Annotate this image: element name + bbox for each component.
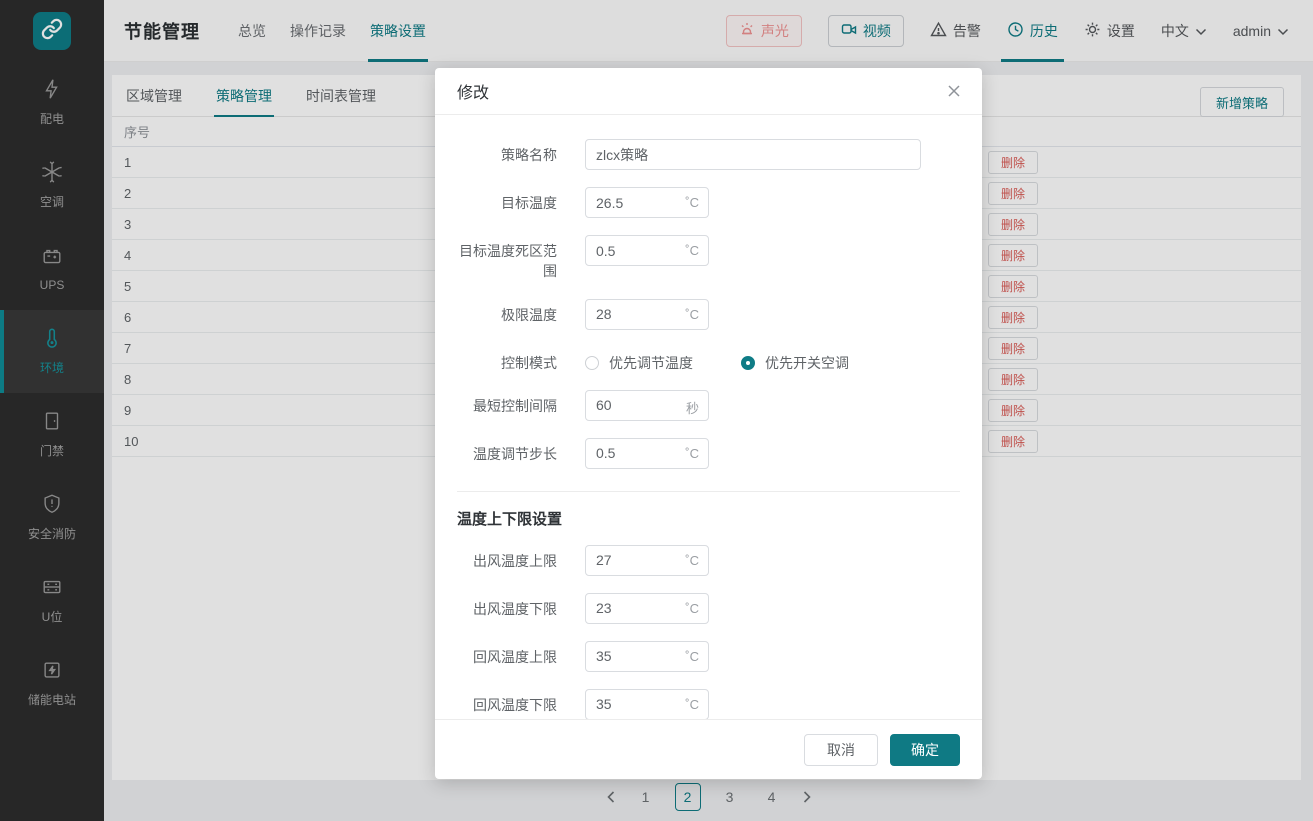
policy-name-input[interactable] bbox=[585, 139, 921, 170]
section-title: 温度上下限设置 bbox=[457, 508, 960, 529]
unit-label: ˚C bbox=[685, 243, 699, 258]
unit-label: ˚C bbox=[685, 697, 699, 712]
radio-unchecked-icon bbox=[585, 356, 599, 370]
field-outlet-temp-lower: 出风温度下限 ˚C bbox=[457, 593, 960, 624]
cancel-button[interactable]: 取消 bbox=[804, 734, 878, 766]
unit-label: ˚C bbox=[685, 307, 699, 322]
field-return-temp-lower: 回风温度下限 ˚C bbox=[457, 689, 960, 719]
modal-body: 策略名称 目标温度 ˚C 目标温度死区范围 ˚C 极限 bbox=[435, 115, 982, 719]
field-return-temp-upper: 回风温度上限 ˚C bbox=[457, 641, 960, 672]
modal-header: 修改 bbox=[435, 68, 982, 115]
unit-label: ˚C bbox=[685, 195, 699, 210]
edit-policy-modal: 修改 策略名称 目标温度 ˚C 目标温度 bbox=[435, 68, 982, 779]
field-target-temperature: 目标温度 ˚C bbox=[457, 187, 960, 218]
field-deadband-range: 目标温度死区范围 ˚C bbox=[457, 235, 960, 282]
field-policy-name: 策略名称 bbox=[457, 139, 960, 170]
radio-checked-icon bbox=[741, 356, 755, 370]
unit-label: ˚C bbox=[685, 649, 699, 664]
field-outlet-temp-upper: 出风温度上限 ˚C bbox=[457, 545, 960, 576]
modal-footer: 取消 确定 bbox=[435, 719, 982, 779]
app-window: 节能管理 总览 操作记录 策略设置 声光 bbox=[0, 0, 1313, 821]
unit-label: ˚C bbox=[685, 446, 699, 461]
unit-label: ˚C bbox=[685, 553, 699, 568]
close-icon[interactable] bbox=[946, 83, 962, 99]
confirm-button[interactable]: 确定 bbox=[890, 734, 960, 766]
field-control-mode: 控制模式 优先调节温度 优先开关空调 bbox=[457, 347, 960, 373]
radio-switch-ac-first[interactable]: 优先开关空调 bbox=[741, 353, 849, 373]
field-temperature-step: 温度调节步长 ˚C bbox=[457, 438, 960, 469]
modal-title: 修改 bbox=[457, 79, 489, 103]
field-limit-temperature: 极限温度 ˚C bbox=[457, 299, 960, 330]
field-min-control-interval: 最短控制间隔 秒 bbox=[457, 390, 960, 421]
section-divider bbox=[457, 491, 960, 492]
unit-label: ˚C bbox=[685, 601, 699, 616]
radio-adjust-temperature-first[interactable]: 优先调节温度 bbox=[585, 353, 693, 373]
unit-label: 秒 bbox=[686, 398, 699, 417]
